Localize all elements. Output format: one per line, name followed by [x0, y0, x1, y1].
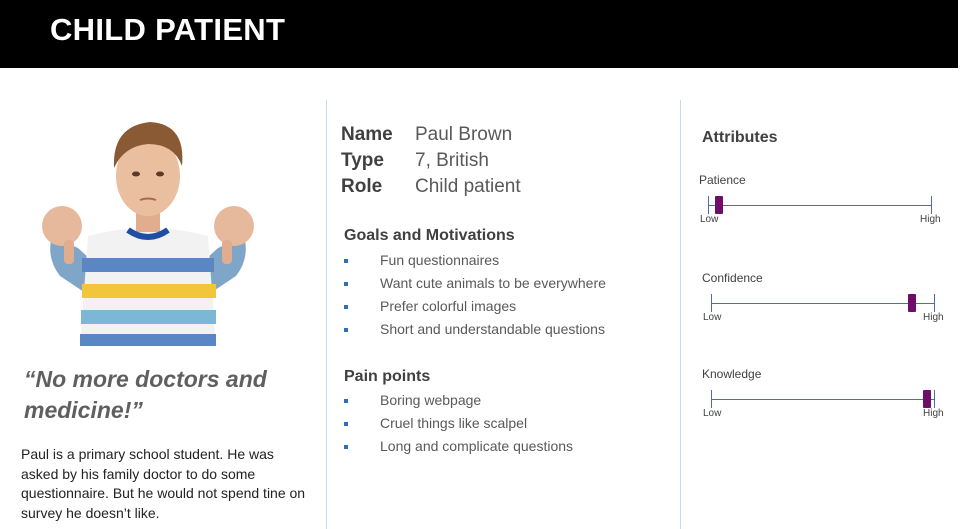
- high-label: High: [923, 408, 944, 419]
- bullet-icon: [344, 399, 348, 403]
- bullet-icon: [344, 282, 348, 286]
- slider-end-high: [931, 196, 932, 214]
- low-label: Low: [700, 214, 719, 225]
- slider-handle: [907, 294, 916, 312]
- persona-quote: “No more doctors and medicine!”: [24, 366, 267, 423]
- bullet-icon: [344, 328, 348, 332]
- list-item: Boring webpage: [344, 389, 573, 412]
- goals-title: Goals and Motivations: [344, 227, 515, 244]
- attribute-name: Knowledge: [702, 367, 762, 381]
- list-item: Short and understandable questions: [344, 318, 606, 341]
- attribute-slider-confidence: Confidence Low High: [702, 271, 944, 331]
- list-item: Prefer colorful images: [344, 295, 606, 318]
- list-item: Fun questionnaires: [344, 249, 606, 272]
- list-item-text: Short and understandable questions: [380, 321, 605, 337]
- list-item: Long and complicate questions: [344, 435, 573, 458]
- profile-label: Type: [341, 150, 384, 171]
- goals-list: Fun questionnaires Want cute animals to …: [344, 249, 606, 341]
- attribute-slider-knowledge: Knowledge Low High: [702, 367, 944, 427]
- profile-label: Name: [341, 124, 393, 145]
- column-divider: [680, 100, 681, 529]
- column-divider: [326, 100, 327, 529]
- slider-end-high: [934, 390, 935, 408]
- slider-handle: [715, 196, 724, 214]
- profile-row-name: Name Paul Brown: [341, 122, 521, 148]
- list-item-text: Boring webpage: [380, 392, 482, 408]
- pain-points-list: Boring webpage Cruel things like scalpel…: [344, 389, 573, 458]
- list-item-text: Want cute animals to be everywhere: [380, 275, 606, 291]
- profile-value: Child patient: [415, 176, 521, 197]
- slider-end-high: [934, 294, 935, 312]
- list-item: Want cute animals to be everywhere: [344, 272, 606, 295]
- bullet-icon: [344, 445, 348, 449]
- slider-track: [708, 205, 931, 206]
- bullet-icon: [344, 259, 348, 263]
- slider-handle: [923, 390, 932, 408]
- list-item-text: Long and complicate questions: [380, 438, 574, 454]
- attributes-title: Attributes: [702, 129, 778, 146]
- high-label: High: [920, 214, 941, 225]
- profile-info: Name Paul Brown Type 7, British Role Child …: [341, 122, 521, 200]
- slider-end-low: [711, 294, 712, 312]
- header-bar: CHILD PATIENT: [0, 0, 958, 68]
- page-title: CHILD PATIENT: [50, 12, 286, 47]
- slider-track: [711, 399, 934, 400]
- list-item-text: Cruel things like scalpel: [380, 415, 528, 431]
- profile-row-role: Role Child patient: [341, 174, 521, 200]
- slider-end-low: [711, 390, 712, 408]
- list-item: Cruel things like scalpel: [344, 412, 573, 435]
- slider-end-low: [708, 196, 709, 214]
- list-item-text: Prefer colorful images: [380, 298, 517, 314]
- slider-track: [711, 303, 934, 304]
- attribute-slider-patience: Patience Low High: [699, 173, 941, 233]
- bullet-icon: [344, 422, 348, 426]
- low-label: Low: [703, 312, 722, 323]
- profile-label: Role: [341, 176, 383, 197]
- bullet-icon: [344, 305, 348, 309]
- low-label: Low: [703, 408, 722, 419]
- pain-points-title: Pain points: [344, 368, 431, 385]
- profile-value: Paul Brown: [415, 124, 513, 145]
- high-label: High: [923, 312, 944, 323]
- list-item-text: Fun questionnaires: [380, 252, 500, 268]
- attribute-name: Confidence: [702, 271, 763, 285]
- attribute-name: Patience: [699, 173, 746, 187]
- profile-row-type: Type 7, British: [341, 148, 521, 174]
- persona-bio: Paul is a primary school student. He was…: [21, 446, 306, 521]
- persona-photo: [42, 122, 254, 346]
- profile-value: 7, British: [415, 150, 489, 171]
